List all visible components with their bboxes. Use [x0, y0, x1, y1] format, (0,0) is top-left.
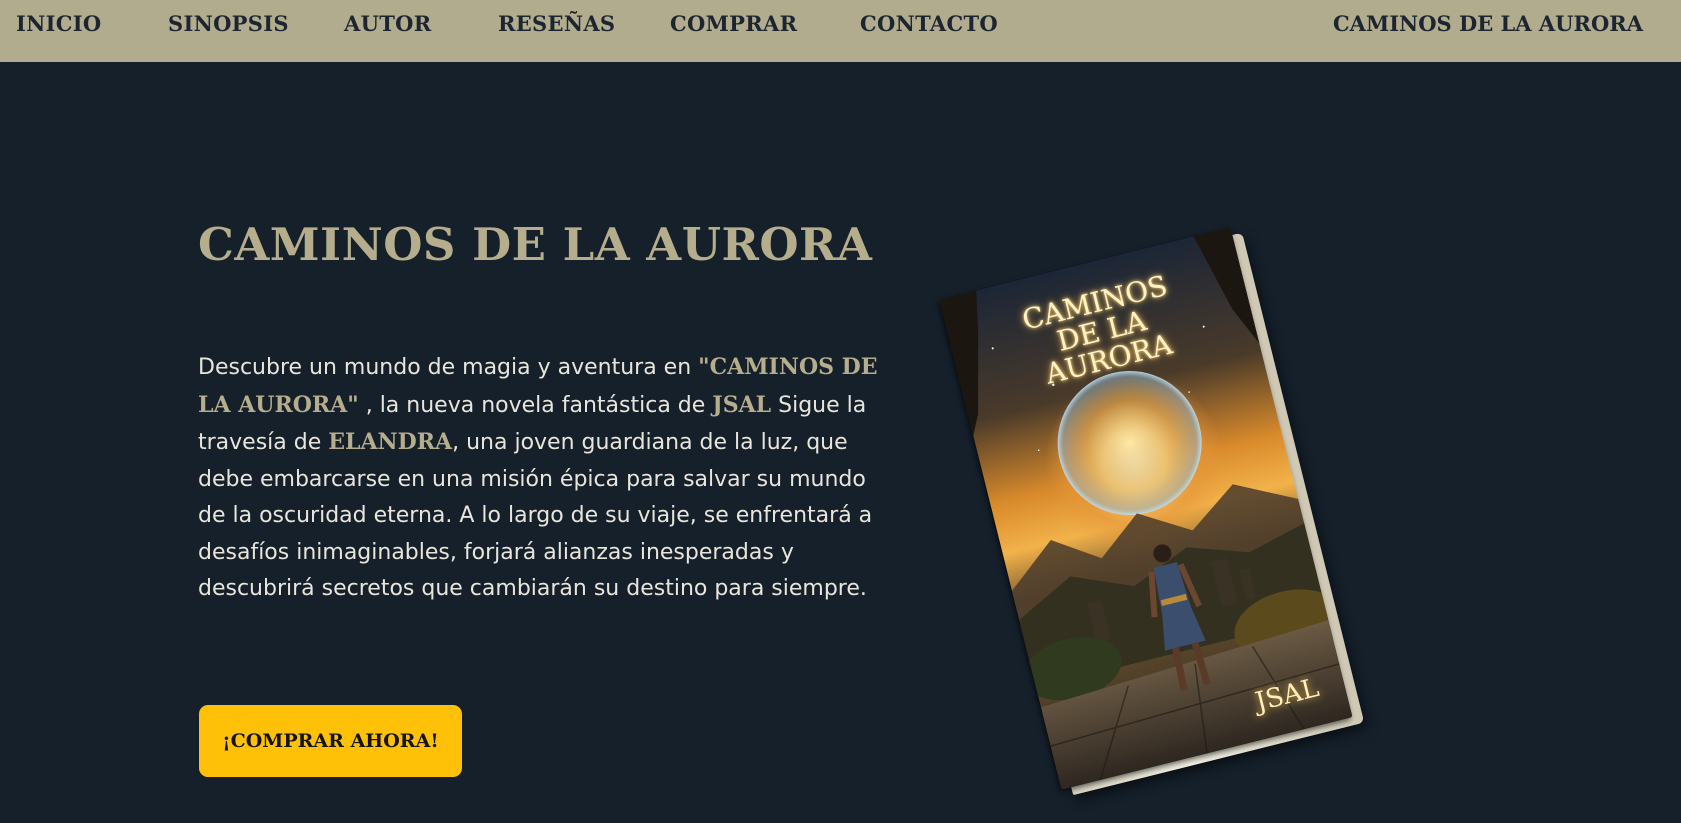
heroine-highlight: ELANDRA [328, 429, 453, 455]
nav-link-inicio[interactable]: INICIO [16, 11, 101, 36]
top-navigation: INICIO SINOPSIS AUTOR RESEÑAS COMPRAR CO… [0, 0, 1681, 62]
hero-description: Descubre un mundo de magia y aventura en… [198, 349, 888, 608]
buy-now-button[interactable]: ¡COMPRAR AHORA! [199, 705, 462, 777]
intro-text: , una joven guardiana de la luz, que deb… [198, 430, 873, 601]
book-cover-image: CAMINOS DE LA AURORA JSAL [939, 227, 1365, 796]
nav-link-autor[interactable]: AUTOR [344, 11, 431, 36]
intro-text: , la nueva novela fantástica de [358, 392, 713, 418]
author-highlight: JSAL [712, 391, 772, 418]
nav-link-resenas[interactable]: RESEÑAS [498, 11, 615, 36]
nav-link-comprar[interactable]: COMPRAR [670, 11, 797, 36]
nav-link-sinopsis[interactable]: SINOPSIS [168, 11, 289, 36]
nav-link-contacto[interactable]: CONTACTO [860, 11, 998, 36]
intro-text: Descubre un mundo de magia y aventura en [198, 355, 699, 380]
site-brand[interactable]: CAMINOS DE LA AURORA [1333, 11, 1643, 36]
book-cover: CAMINOS DE LA AURORA JSAL [939, 227, 1353, 790]
hero-title: CAMINOS DE LA AURORA [198, 218, 873, 271]
